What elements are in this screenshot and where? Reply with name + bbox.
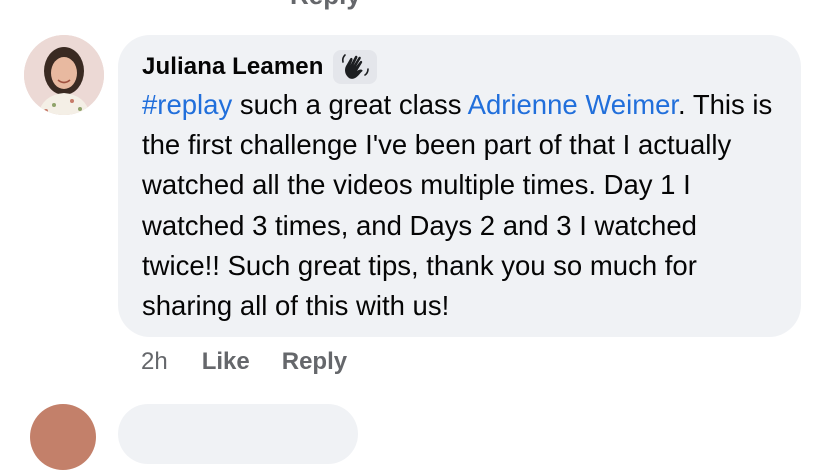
- previous-reply-button[interactable]: Reply: [290, 0, 361, 8]
- waving-hand-icon[interactable]: [333, 50, 378, 84]
- author-row: Juliana Leamen: [142, 49, 378, 85]
- mention-link[interactable]: Adrienne Weimer: [468, 89, 678, 120]
- like-button[interactable]: Like: [202, 348, 250, 376]
- comment-text: #replay such a great class Adrienne Weim…: [142, 85, 782, 326]
- reply-button[interactable]: Reply: [282, 348, 347, 376]
- profile-photo: [24, 35, 104, 115]
- avatar[interactable]: [24, 35, 104, 115]
- comment-text-rest: . This is the first challenge I've been …: [142, 89, 773, 322]
- next-comment-bubble: [118, 404, 358, 464]
- hashtag-link[interactable]: #replay: [142, 89, 232, 120]
- comment-bubble: Juliana Leamen #replay such a great clas…: [118, 35, 801, 337]
- timestamp[interactable]: 2h: [141, 348, 168, 376]
- comment-text-part: such a great class: [232, 89, 468, 120]
- comment-actions: 2h Like Reply: [141, 344, 379, 380]
- author-name[interactable]: Juliana Leamen: [142, 49, 323, 85]
- waving-hand-icon-glyph: [342, 54, 370, 79]
